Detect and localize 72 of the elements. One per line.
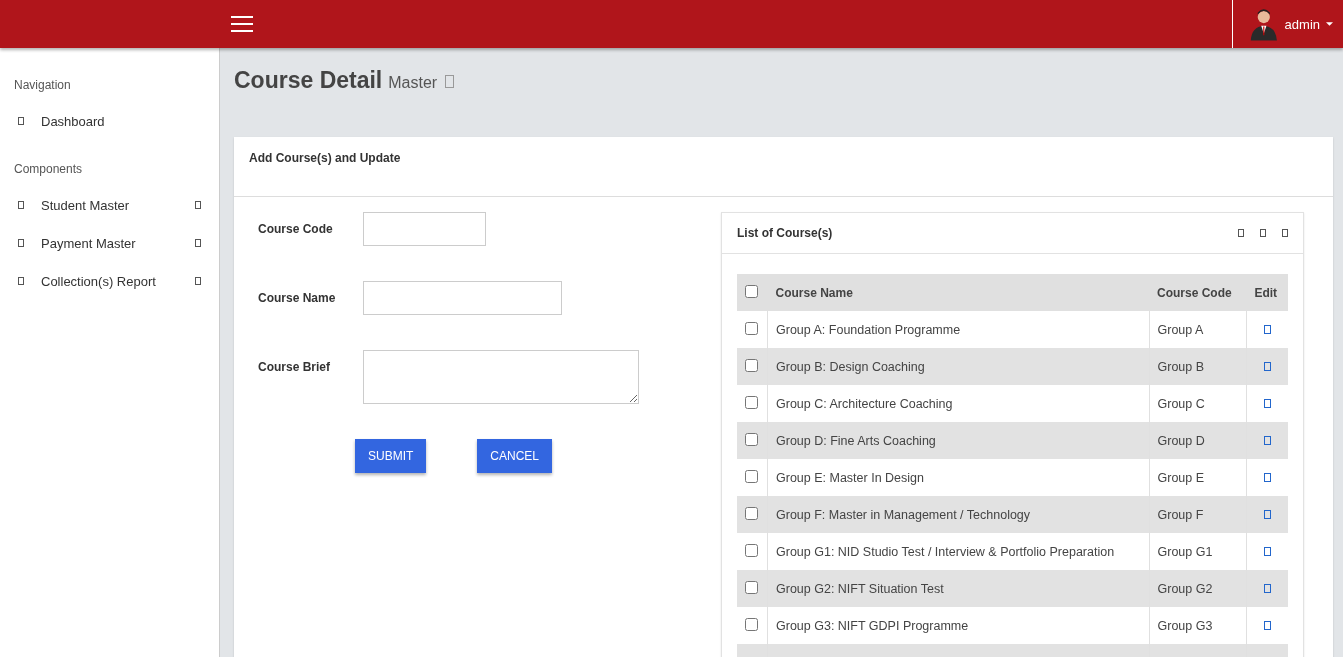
- table-cell: Group A: [1157, 322, 1204, 337]
- column-header: Course Name: [767, 274, 1149, 311]
- square-icon[interactable]: [1263, 398, 1271, 408]
- field-label: Course Brief: [258, 359, 332, 374]
- card-title: Add Course(s) and Update: [249, 151, 401, 165]
- table-cell: Group G1: [1157, 544, 1213, 559]
- form-button[interactable]: SUBMIT: [355, 439, 427, 473]
- table-cell: Group G3: NIFT GDPI Programme: [776, 618, 969, 633]
- checkbox[interactable]: [745, 358, 758, 372]
- square-icon[interactable]: [1263, 361, 1271, 371]
- table-cell: Group B: [1157, 359, 1205, 374]
- checkbox[interactable]: [745, 284, 758, 298]
- square-icon: [18, 277, 24, 285]
- square-icon[interactable]: [1263, 620, 1271, 630]
- table-cell: Group B: Design Coaching: [776, 359, 925, 374]
- checkbox[interactable]: [745, 580, 758, 594]
- table-cell: Group G3: [1157, 618, 1213, 633]
- checkbox[interactable]: [745, 469, 758, 483]
- checkbox[interactable]: [745, 395, 758, 409]
- checkbox[interactable]: [745, 506, 758, 520]
- input-field[interactable]: [363, 281, 562, 315]
- table-cell: Group G2: [1157, 581, 1213, 596]
- square-icon[interactable]: [1263, 324, 1271, 334]
- square-icon: [195, 239, 201, 247]
- checkbox[interactable]: [745, 321, 758, 335]
- sidebar-item[interactable]: Student Master: [0, 186, 219, 224]
- square-icon: [195, 201, 201, 209]
- sidebar-item[interactable]: Collection(s) Report: [0, 262, 219, 300]
- checkbox[interactable]: [745, 432, 758, 446]
- checkbox[interactable]: [745, 617, 758, 631]
- square-icon[interactable]: [1263, 509, 1271, 519]
- square-icon: [195, 277, 201, 285]
- column-header: Edit: [1246, 274, 1288, 311]
- square-icon: [18, 201, 24, 209]
- menu-icon[interactable]: [231, 16, 253, 32]
- square-icon[interactable]: [1263, 435, 1271, 445]
- table-cell: Group F: Master in Management / Technology: [776, 507, 1031, 522]
- checkbox[interactable]: [745, 543, 758, 557]
- sidebar-item[interactable]: Payment Master: [0, 224, 219, 262]
- table-cell: Group D: [1157, 433, 1205, 448]
- square-icon: [445, 75, 455, 88]
- square-icon[interactable]: [1263, 472, 1271, 482]
- table-cell: Group C: [1157, 396, 1205, 411]
- input-field[interactable]: [363, 212, 486, 246]
- caret-icon[interactable]: [1326, 22, 1333, 26]
- section-heading: Components: [13, 161, 84, 178]
- input-field[interactable]: [363, 350, 639, 404]
- square-icon[interactable]: [1263, 546, 1271, 556]
- square-icon: [18, 239, 24, 247]
- square-icon[interactable]: [1282, 229, 1288, 237]
- table-cell: Group E: Master In Design: [776, 470, 924, 485]
- table-cell: Group G2: NIFT Situation Test: [776, 581, 944, 596]
- page-subtitle: Master: [388, 74, 438, 92]
- column-header: Course Code: [1149, 274, 1247, 311]
- table-cell: Group E: [1157, 470, 1205, 485]
- table-cell: Group G1: NID Studio Test / Interview & Portfolio Preparation: [776, 544, 1115, 559]
- section-heading: Navigation: [13, 77, 72, 94]
- sidebar-item[interactable]: Dashboard: [0, 102, 219, 140]
- table-cell: Group A: Foundation Programme: [776, 322, 961, 337]
- form-button[interactable]: CANCEL: [477, 439, 553, 473]
- panel-title: List of Course(s): [737, 226, 834, 240]
- field-label: Course Code: [258, 221, 334, 236]
- table-cell: Group C: Architecture Coaching: [776, 396, 953, 411]
- square-icon: [18, 117, 24, 125]
- field-label: Course Name: [258, 290, 337, 305]
- page-title: Course Detail: [234, 67, 383, 94]
- square-icon[interactable]: [1263, 583, 1271, 593]
- square-icon[interactable]: [1260, 229, 1266, 237]
- table-cell: Group D: Fine Arts Coaching: [776, 433, 936, 448]
- table-cell: Group F: [1157, 507, 1204, 522]
- user-menu[interactable]: admin: [1284, 16, 1321, 32]
- square-icon[interactable]: [1238, 229, 1244, 237]
